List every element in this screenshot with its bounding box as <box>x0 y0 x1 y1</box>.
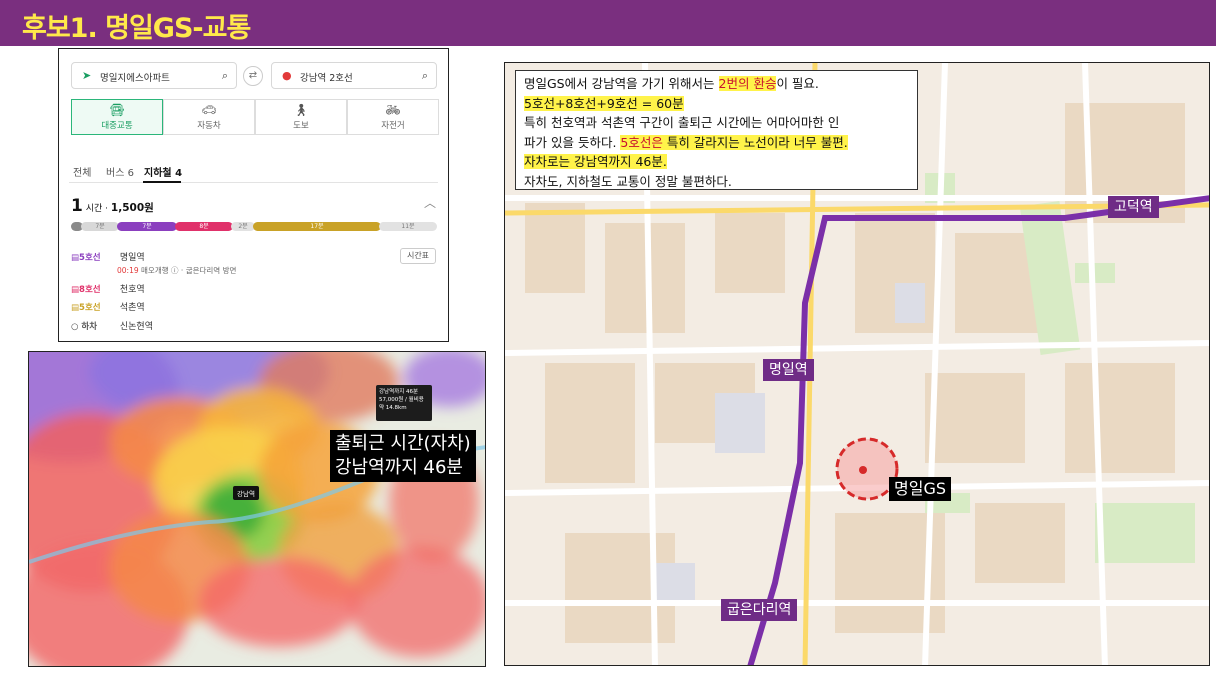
station-name: 석촌역 <box>119 303 145 313</box>
slide: 후보1. 명일GS-교통 ➤ 명일지에스아파트 ⌕ ⇄ ● 강남역 2호선 ⌕ … <box>0 0 1216 684</box>
station-name: 명일역 <box>119 253 145 263</box>
target-label: 명일GS <box>889 477 951 501</box>
line-badge: ○ 하차 <box>71 322 98 332</box>
location-pin-icon: ● <box>282 69 292 82</box>
origin-input[interactable]: ➤ 명일지에스아파트 ⌕ <box>71 62 237 89</box>
mode-label: 자동차 <box>197 121 221 131</box>
tab-active-underline <box>143 181 181 183</box>
route-step[interactable]: ○ 하차 신논현역 <box>71 319 153 332</box>
tooltip-line: 57,000원 / 월비용 <box>379 397 424 403</box>
route-tooltip: 강남역까지 46분 57,000원 / 월비용 약 14.8km <box>376 385 432 421</box>
note-line: 자차도, 지하철도 교통이 정말 불편하다. <box>524 173 732 189</box>
heatmap-caption: 출퇴근 시간(자차) 강남역까지 46분 <box>330 430 476 482</box>
highlight-subway-time: 5호선+8호선+9호선 = 60분 <box>524 95 684 111</box>
segment-line5: 7분 <box>117 222 177 231</box>
segment-walk-end: 11분 <box>379 222 437 231</box>
highlight-car-time: 자차로는 강남역까지 46분. <box>524 154 667 169</box>
line-badge: ▤5호선 <box>71 303 101 313</box>
destination-text: 강남역 2호선 <box>300 73 353 84</box>
route-step[interactable]: ▤5호선 명일역 <box>71 250 145 263</box>
swap-button[interactable]: ⇄ <box>243 66 263 86</box>
separator: · <box>180 266 184 275</box>
swap-icon: ⇄ <box>248 70 258 81</box>
mode-label: 자전거 <box>381 121 405 131</box>
header-bar: 후보1. 명일GS-교통 <box>0 0 1216 46</box>
directions-panel: ➤ 명일지에스아파트 ⌕ ⇄ ● 강남역 2호선 ⌕ 🚍︎ 대중교통 🚗︎ 자동… <box>58 48 449 342</box>
mode-transit[interactable]: 🚍︎ 대중교통 <box>71 99 163 135</box>
highlight-line5: 5호선은 <box>620 134 663 150</box>
duration-hours: 1 <box>71 196 83 216</box>
tab-bus[interactable]: 버스 6 <box>106 164 134 179</box>
analysis-notes: 명일GS에서 강남역을 가기 위해서는 2번의 환승이 필요. 5호선+8호선+… <box>515 70 918 190</box>
tab-divider <box>69 182 438 183</box>
origin-text: 명일지에스아파트 <box>100 73 170 84</box>
target-circle <box>835 437 899 501</box>
bike-icon: 🚲︎ <box>385 103 401 117</box>
caption-line: 출퇴근 시간(자차) <box>335 433 471 454</box>
departure-time: 00:19 <box>117 266 139 275</box>
target-dot <box>859 466 867 474</box>
mode-car[interactable]: 🚗︎ 자동차 <box>163 99 255 135</box>
route-summary[interactable]: 1 시간 · 1,500원 <box>71 196 154 216</box>
destination-input[interactable]: ● 강남역 2호선 ⌕ <box>271 62 437 89</box>
search-icon[interactable]: ⌕ <box>222 69 228 83</box>
navigation-arrow-icon: ➤ <box>82 69 92 82</box>
station-gubeun[interactable]: 굽은다리역 <box>721 599 798 621</box>
tab-subway[interactable]: 지하철 4 <box>144 164 182 179</box>
bus-icon: 🚍︎ <box>109 103 125 117</box>
walk-icon: 🚶︎ <box>293 103 309 117</box>
segment-walk: 7분 <box>81 222 119 231</box>
highlight-transfers: 2번의 환승 <box>718 76 777 91</box>
note-line: 자차로는 강남역까지 46분. <box>524 152 909 172</box>
departure-info: 00:19 매오개행 ⓘ · 굽은다리역 방면 <box>117 265 236 276</box>
local-map-panel: 명일GS에서 강남역을 가기 위해서는 2번의 환승이 필요. 5호선+8호선+… <box>504 62 1210 666</box>
station-name: 천호역 <box>119 285 145 295</box>
search-icon[interactable]: ⌕ <box>422 69 428 83</box>
separator: · <box>105 204 109 214</box>
note-line: 파가 있을 듯하다. 5호선은 특히 갈라지는 노선이라 너무 불편. <box>524 134 848 150</box>
car-icon: 🚗︎ <box>201 103 217 117</box>
mode-bike[interactable]: 🚲︎ 자전거 <box>347 99 439 135</box>
train-direction: 매오개행 <box>141 266 169 275</box>
timetable-button[interactable]: 시간표 <box>400 248 436 264</box>
line-badge: ▤5호선 <box>71 253 101 263</box>
duration-unit: 시간 <box>85 204 103 214</box>
commute-heatmap-panel: 강남역까지 46분 57,000원 / 월비용 약 14.8km 강남역 출퇴근… <box>28 351 486 667</box>
route-step[interactable]: ▤5호선 석촌역 <box>71 300 145 313</box>
info-icon: ⓘ <box>171 266 179 275</box>
fare: 1,500원 <box>110 202 154 214</box>
note-line: 특히 천호역과 석촌역 구간이 출퇴근 시간에는 어마어마한 인 <box>524 115 840 130</box>
mode-walk[interactable]: 🚶︎ 도보 <box>255 99 347 135</box>
segment-bar: 7분 7분 8분 2분 17분 11분 <box>71 222 437 231</box>
segment-transfer: 2분 <box>231 222 255 231</box>
chevron-up-icon[interactable]: ︿ <box>424 194 436 211</box>
segment-line9: 17분 <box>253 222 381 231</box>
mode-label: 도보 <box>293 121 309 131</box>
platform-direction: 굽은다리역 방면 <box>185 266 237 275</box>
station-godeok[interactable]: 고덕역 <box>1108 196 1159 218</box>
station-myeongil[interactable]: 명일역 <box>763 359 814 381</box>
caption-line: 강남역까지 46분 <box>335 457 463 478</box>
mode-label: 대중교통 <box>101 121 133 131</box>
tooltip-line: 강남역까지 46분 <box>379 389 419 395</box>
line-badge: ▤8호선 <box>71 285 101 295</box>
station-name: 신논현역 <box>119 322 153 332</box>
gangnam-marker[interactable]: 강남역 <box>233 486 259 500</box>
tab-all[interactable]: 전체 <box>73 164 91 179</box>
tooltip-line: 약 14.8km <box>379 405 407 411</box>
segment-line8: 8분 <box>175 222 233 231</box>
page-title: 후보1. 명일GS-교통 <box>22 13 251 44</box>
route-step[interactable]: ▤8호선 천호역 <box>71 282 145 295</box>
note-line: 5호선+8호선+9호선 = 60분 <box>524 94 909 114</box>
note-line: 명일GS에서 강남역을 가기 위해서는 2번의 환승이 필요. <box>524 76 819 91</box>
